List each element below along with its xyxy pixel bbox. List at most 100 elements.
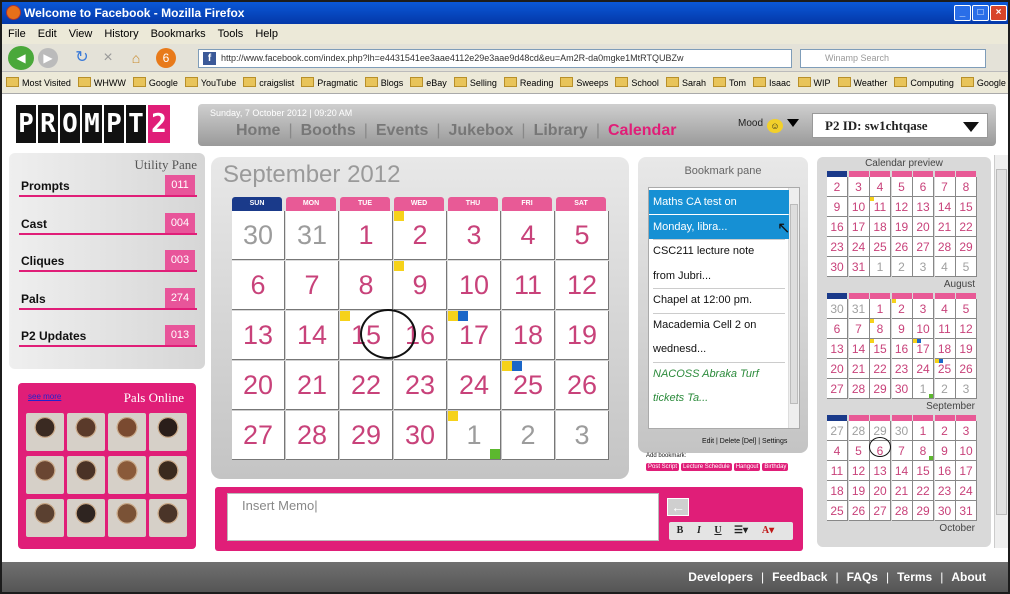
preview-day[interactable]: 2 — [934, 421, 956, 441]
preview-day[interactable]: 5 — [891, 177, 913, 197]
preview-day[interactable]: 12 — [891, 197, 913, 217]
calendar-day[interactable]: 8 — [340, 261, 393, 310]
url-bar[interactable]: f http://www.facebook.com/index.php?lh=e4… — [198, 49, 792, 68]
bookmark-item[interactable]: Sarah — [665, 72, 706, 93]
preview-day[interactable]: 14 — [934, 197, 956, 217]
preview-day[interactable]: 1 — [870, 257, 891, 277]
bookmark-item[interactable]: WHWW — [77, 72, 126, 93]
footer-link-feedback[interactable]: Feedback — [772, 570, 827, 584]
calendar-day[interactable]: 30 — [394, 411, 447, 460]
preview-day[interactable]: 27 — [913, 237, 934, 257]
event-marker[interactable] — [394, 211, 404, 221]
event-marker[interactable] — [502, 361, 512, 371]
bookmark-entry[interactable]: Chapel at 12:00 pm. — [649, 288, 789, 312]
preview-day[interactable]: 13 — [913, 197, 934, 217]
preview-day[interactable]: 25 — [870, 237, 891, 257]
event-marker[interactable] — [512, 361, 522, 371]
bookmark-entry[interactable]: tickets Ta... — [649, 386, 789, 410]
calendar-day[interactable]: 3 — [448, 211, 501, 260]
maximize-button[interactable]: □ — [972, 5, 989, 21]
calendar-day[interactable]: 24 — [448, 361, 501, 410]
calendar-day[interactable]: 23 — [394, 361, 447, 410]
bookmark-item[interactable]: Computing — [894, 72, 954, 93]
preview-day[interactable]: 7 — [848, 319, 870, 339]
preview-day[interactable]: 28 — [848, 421, 870, 441]
preview-day[interactable]: 19 — [848, 481, 870, 501]
preview-day[interactable]: 28 — [848, 379, 870, 399]
preview-day[interactable]: 4 — [827, 441, 848, 461]
menu-edit[interactable]: Edit — [38, 28, 57, 40]
nav-events[interactable]: Events — [376, 122, 428, 139]
bookmark-actions[interactable]: Edit | Delete [Del] | Settings — [702, 438, 787, 445]
list-icon[interactable]: ☰▾ — [729, 522, 753, 536]
menu-help[interactable]: Help — [255, 28, 278, 40]
pal-avatar[interactable] — [149, 456, 187, 494]
preview-day[interactable]: 16 — [827, 217, 848, 237]
event-marker[interactable] — [458, 311, 468, 321]
utility-item-cast[interactable]: Cast 004 — [19, 212, 197, 235]
preview-day[interactable]: 25 — [827, 501, 848, 521]
calendar-day[interactable]: 10 — [448, 261, 501, 310]
preview-day[interactable]: 20 — [827, 359, 848, 379]
calendar-day[interactable]: 12 — [556, 261, 609, 310]
preview-day[interactable]: 2 — [934, 379, 956, 399]
calendar-day[interactable]: 14 — [286, 311, 339, 360]
preview-day[interactable]: 31 — [848, 257, 870, 277]
footer-link-faqs[interactable]: FAQs — [847, 570, 878, 584]
preview-day[interactable]: 18 — [827, 481, 848, 501]
search-input[interactable]: Winamp Search — [800, 49, 986, 68]
preview-day[interactable]: 17 — [848, 217, 870, 237]
preview-day[interactable]: 6 — [913, 177, 934, 197]
event-marker[interactable] — [394, 261, 404, 271]
event-marker[interactable] — [448, 311, 458, 321]
nav-home[interactable]: Home — [236, 122, 280, 139]
minimize-button[interactable]: _ — [954, 5, 971, 21]
preview-day[interactable]: 2 — [891, 257, 913, 277]
bookmark-item[interactable]: eBay — [410, 72, 447, 93]
preview-day[interactable]: 3 — [913, 257, 934, 277]
preview-day[interactable]: 18 — [934, 339, 956, 359]
preview-day[interactable]: 12 — [848, 461, 870, 481]
preview-day[interactable]: 29 — [956, 237, 977, 257]
preview-day[interactable]: 14 — [891, 461, 913, 481]
underline-button[interactable]: U — [710, 522, 726, 536]
preview-day[interactable]: 12 — [956, 319, 977, 339]
preview-day[interactable]: 1 — [870, 299, 891, 319]
bookmark-entry[interactable]: wednesd... — [649, 337, 789, 361]
calendar-day[interactable]: 22 — [340, 361, 393, 410]
memo-input[interactable]: Insert Memo| — [227, 493, 659, 541]
preview-day[interactable]: 3 — [913, 299, 934, 319]
pal-avatar[interactable] — [67, 499, 105, 537]
scroll-thumb[interactable] — [790, 204, 798, 404]
bookmark-item[interactable]: Isaac — [752, 72, 791, 93]
add-bookmark-birthday-button[interactable]: Birthday — [762, 463, 789, 471]
bookmark-item[interactable]: Tom — [712, 72, 746, 93]
preview-day[interactable]: 13 — [870, 461, 891, 481]
reload-icon[interactable]: ↻ — [72, 48, 92, 68]
back-icon[interactable]: ◀ — [8, 46, 34, 70]
calendar-day[interactable]: 27 — [232, 411, 285, 460]
forward-icon[interactable]: ▶ — [38, 48, 58, 68]
footer-link-developers[interactable]: Developers — [688, 570, 753, 584]
preview-day[interactable]: 24 — [848, 237, 870, 257]
preview-day[interactable]: 20 — [870, 481, 891, 501]
stop-icon[interactable]: × — [98, 48, 118, 68]
bookmark-item[interactable]: YouTube — [184, 72, 236, 93]
event-marker[interactable] — [448, 411, 458, 421]
bookmark-item[interactable]: Pragmatic — [301, 72, 358, 93]
bookmark-item[interactable]: Most Visited — [6, 72, 71, 93]
preview-day[interactable]: 10 — [913, 319, 934, 339]
preview-day[interactable]: 27 — [870, 501, 891, 521]
bookmark-item[interactable]: Blogs — [364, 72, 403, 93]
preview-day[interactable]: 27 — [827, 379, 848, 399]
preview-day[interactable]: 1 — [913, 421, 934, 441]
calendar-day[interactable]: 5 — [556, 211, 609, 260]
preview-day[interactable]: 4 — [870, 177, 891, 197]
bookmark-item[interactable]: WIP — [797, 72, 831, 93]
pal-avatar[interactable] — [108, 456, 146, 494]
menu-file[interactable]: File — [8, 28, 26, 40]
calendar-day[interactable]: 29 — [340, 411, 393, 460]
calendar-day[interactable]: 3 — [556, 411, 609, 460]
pal-avatar[interactable] — [149, 499, 187, 537]
preview-day[interactable]: 31 — [956, 501, 977, 521]
